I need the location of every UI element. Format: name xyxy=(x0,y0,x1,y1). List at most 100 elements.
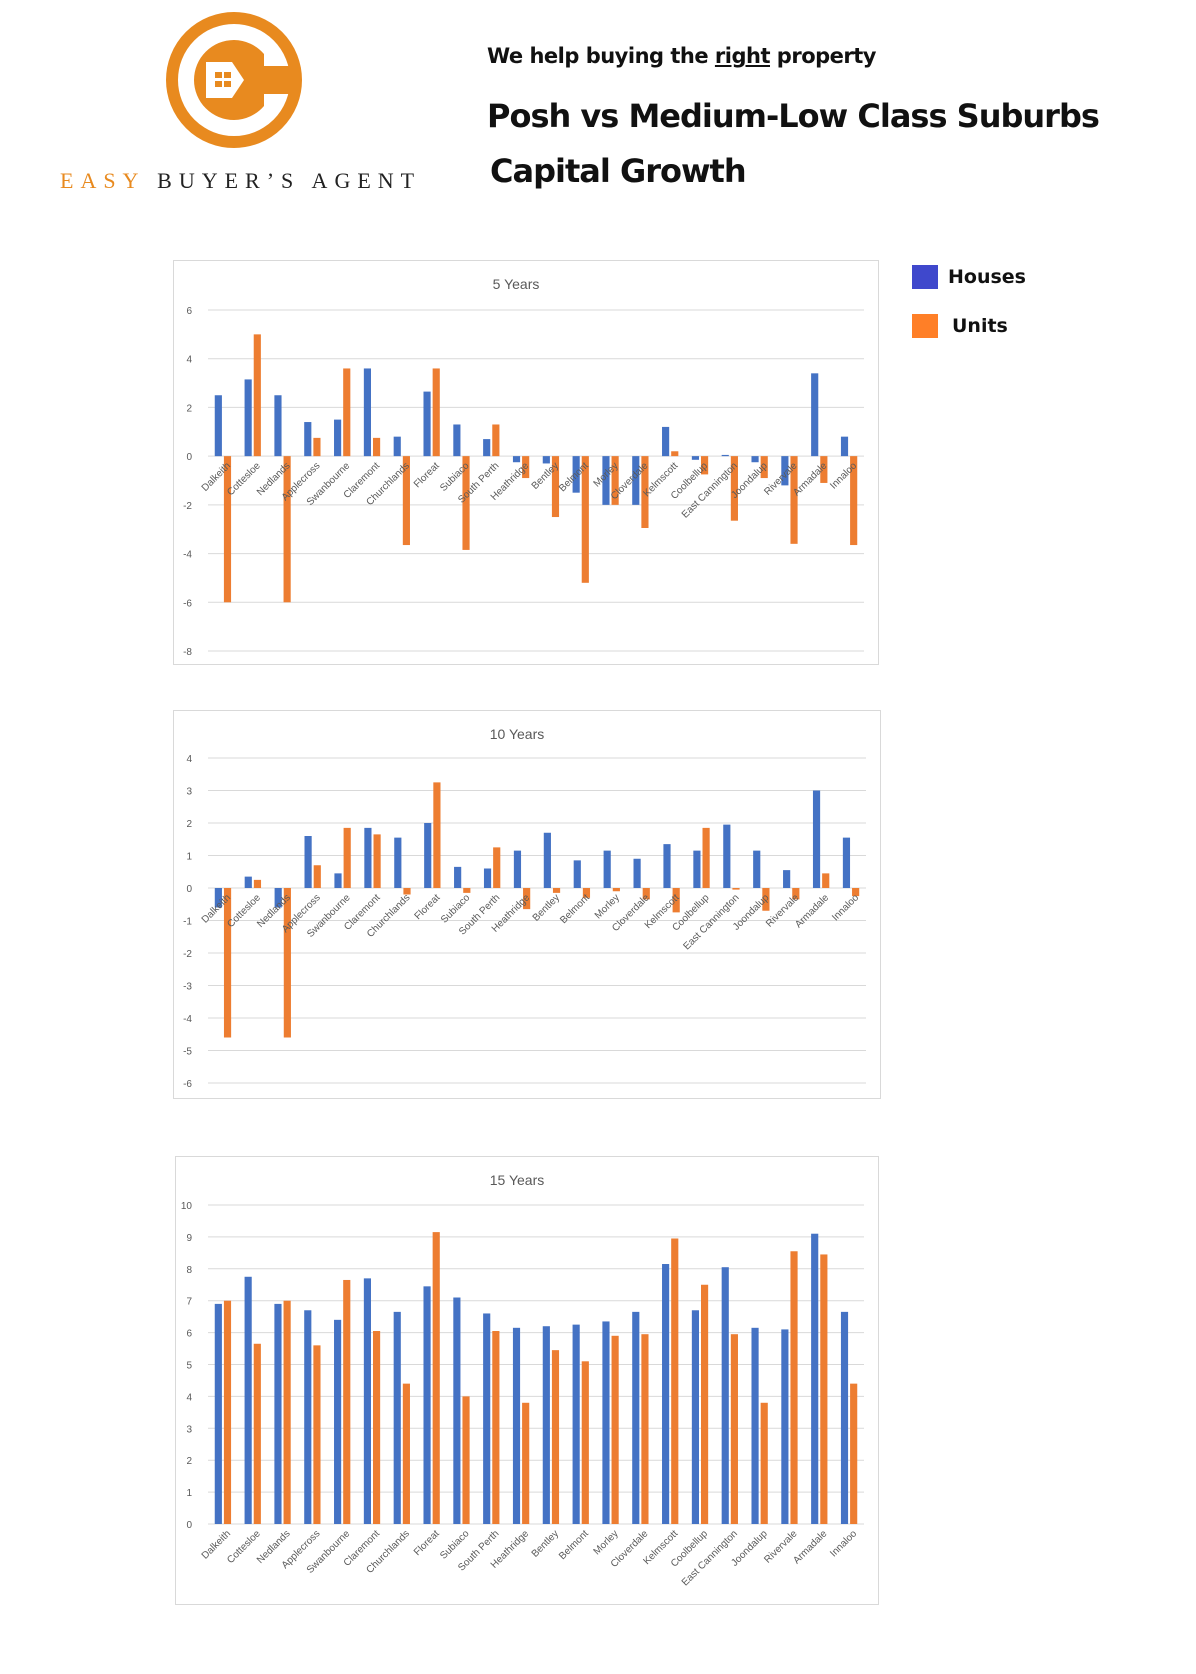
tagline: We help buying the right property xyxy=(487,44,877,68)
y-tick-label: 10 xyxy=(181,1201,193,1212)
bar-houses-cottesloe xyxy=(244,876,252,888)
y-tick-label: -3 xyxy=(183,982,192,993)
y-tick-label: 2 xyxy=(186,819,192,830)
legend-label-units: Units xyxy=(952,315,1008,337)
bar-units-nedlands xyxy=(283,1300,291,1524)
bar-units-south-perth xyxy=(492,1331,500,1524)
bar-houses-cottesloe xyxy=(244,1276,252,1524)
chart-svg: 15 Years109876543210DalkeithCottesloeNed… xyxy=(181,1172,864,1588)
y-tick-label: 3 xyxy=(186,1424,192,1435)
legend-swatch-units xyxy=(912,314,938,338)
bar-houses-armadale xyxy=(812,790,821,888)
bar-houses-armadale xyxy=(811,373,819,457)
tagline-start: We help buying the xyxy=(487,44,715,68)
bar-houses-claremont xyxy=(363,368,371,457)
bar-units-south-perth xyxy=(492,424,500,457)
bar-houses-subiaco xyxy=(453,1297,461,1524)
bar-houses-floreat xyxy=(423,1286,431,1524)
bar-houses-morley xyxy=(602,1321,610,1524)
bar-houses-dalkeith xyxy=(214,395,222,457)
bar-houses-south-perth xyxy=(483,439,491,457)
bar-houses-kelmscott xyxy=(662,426,670,457)
bar-houses-applecross xyxy=(304,1310,312,1524)
y-tick-label: 8 xyxy=(186,1265,192,1276)
bar-houses-heathridge xyxy=(512,456,521,463)
y-tick-label: -6 xyxy=(183,1079,192,1090)
bar-units-applecross xyxy=(313,1345,321,1524)
bar-houses-east-cannington xyxy=(721,1267,729,1524)
y-tick-label: -1 xyxy=(183,917,192,928)
chart-15-years: 15 Years 10 9 8 7 6 5 4 3 2 1 0 Dalkeith Cottesloe Ned… xyxy=(175,1156,879,1605)
bar-units-claremont xyxy=(373,1331,381,1524)
bar-houses-belmont xyxy=(573,860,581,888)
bar-units-nedlands xyxy=(283,888,291,1038)
bar-houses-cloverdale xyxy=(632,1311,640,1524)
tagline-end: property xyxy=(770,44,877,68)
bar-houses-applecross xyxy=(304,422,312,457)
y-tick-label: 1 xyxy=(186,1488,192,1499)
bar-houses-heathridge xyxy=(513,850,522,888)
bar-houses-cottesloe xyxy=(244,379,252,457)
chart-svg: 10 Years43210-1-2-3-4-5-6DalkeithCottesl… xyxy=(183,726,866,1090)
bar-units-coolbellup xyxy=(702,827,710,888)
page-subtitle: Capital Growth xyxy=(490,152,747,190)
y-tick-label: 6 xyxy=(186,1329,192,1340)
y-tick-label: -6 xyxy=(183,598,192,609)
bar-units-claremont xyxy=(373,437,381,457)
bar-units-south-perth xyxy=(493,847,501,888)
bar-units-dalkeith xyxy=(223,1300,232,1524)
bar-houses-subiaco xyxy=(454,866,462,888)
bar-houses-swanbourne xyxy=(334,873,342,888)
company-logo: EASY BUYER’S AGENT xyxy=(60,10,414,200)
bar-units-floreat xyxy=(432,368,440,457)
bar-units-east-cannington xyxy=(732,888,740,890)
bar-houses-nedlands xyxy=(274,1303,282,1524)
bar-houses-belmont xyxy=(572,1324,580,1524)
bar-houses-floreat xyxy=(423,391,431,457)
y-tick-label: 6 xyxy=(186,306,192,317)
bar-houses-churchlands xyxy=(394,837,402,888)
y-tick-label: 0 xyxy=(186,452,192,463)
wrench-house-icon xyxy=(166,12,302,148)
bar-units-kelmscott xyxy=(671,451,679,457)
bar-houses-kelmscott xyxy=(662,1264,670,1524)
bar-houses-innaloo xyxy=(842,837,851,888)
page-title: Posh vs Medium-Low Class Suburbs xyxy=(487,97,1100,135)
x-tick-label: Bentley xyxy=(531,892,562,923)
bar-units-floreat xyxy=(432,1232,440,1524)
bar-houses-rivervale xyxy=(783,870,791,888)
bar-houses-dalkeith xyxy=(214,1303,222,1524)
chart-title: 10 Years xyxy=(490,726,545,742)
x-tick-label: Innaloo xyxy=(828,1528,859,1559)
bar-units-belmont xyxy=(581,1361,589,1524)
bar-houses-joondalup xyxy=(751,456,759,463)
bar-houses-coolbellup xyxy=(691,1310,699,1524)
bar-units-innaloo xyxy=(850,1383,858,1524)
bar-houses-claremont xyxy=(363,1278,371,1524)
bar-units-nedlands xyxy=(283,456,291,603)
bar-houses-bentley xyxy=(542,456,550,464)
bar-houses-joondalup xyxy=(751,1327,759,1524)
bar-units-subiaco xyxy=(462,1396,470,1524)
y-tick-label: 9 xyxy=(186,1233,192,1244)
bar-units-swanbourne xyxy=(343,368,351,457)
tagline-emphasis: right xyxy=(714,44,771,68)
bar-houses-east-cannington xyxy=(721,454,729,457)
y-tick-label: 1 xyxy=(186,852,192,863)
bar-houses-rivervale xyxy=(781,1329,789,1524)
bar-units-kelmscott xyxy=(671,1238,679,1524)
y-tick-label: -4 xyxy=(183,1014,192,1025)
bar-houses-heathridge xyxy=(512,1327,521,1524)
bar-houses-coolbellup xyxy=(691,456,699,460)
bar-houses-claremont xyxy=(364,827,372,888)
legend-label-houses: Houses xyxy=(948,266,1026,288)
bar-units-cloverdale xyxy=(641,1334,649,1524)
bar-units-dalkeith xyxy=(223,456,232,603)
bar-houses-kelmscott xyxy=(663,844,671,888)
bar-units-heathridge xyxy=(522,1402,530,1524)
bar-units-rivervale xyxy=(790,1251,798,1524)
bar-houses-south-perth xyxy=(483,868,492,888)
bar-houses-innaloo xyxy=(840,436,849,457)
y-tick-label: 5 xyxy=(186,1361,192,1372)
bar-units-armadale xyxy=(822,873,830,888)
